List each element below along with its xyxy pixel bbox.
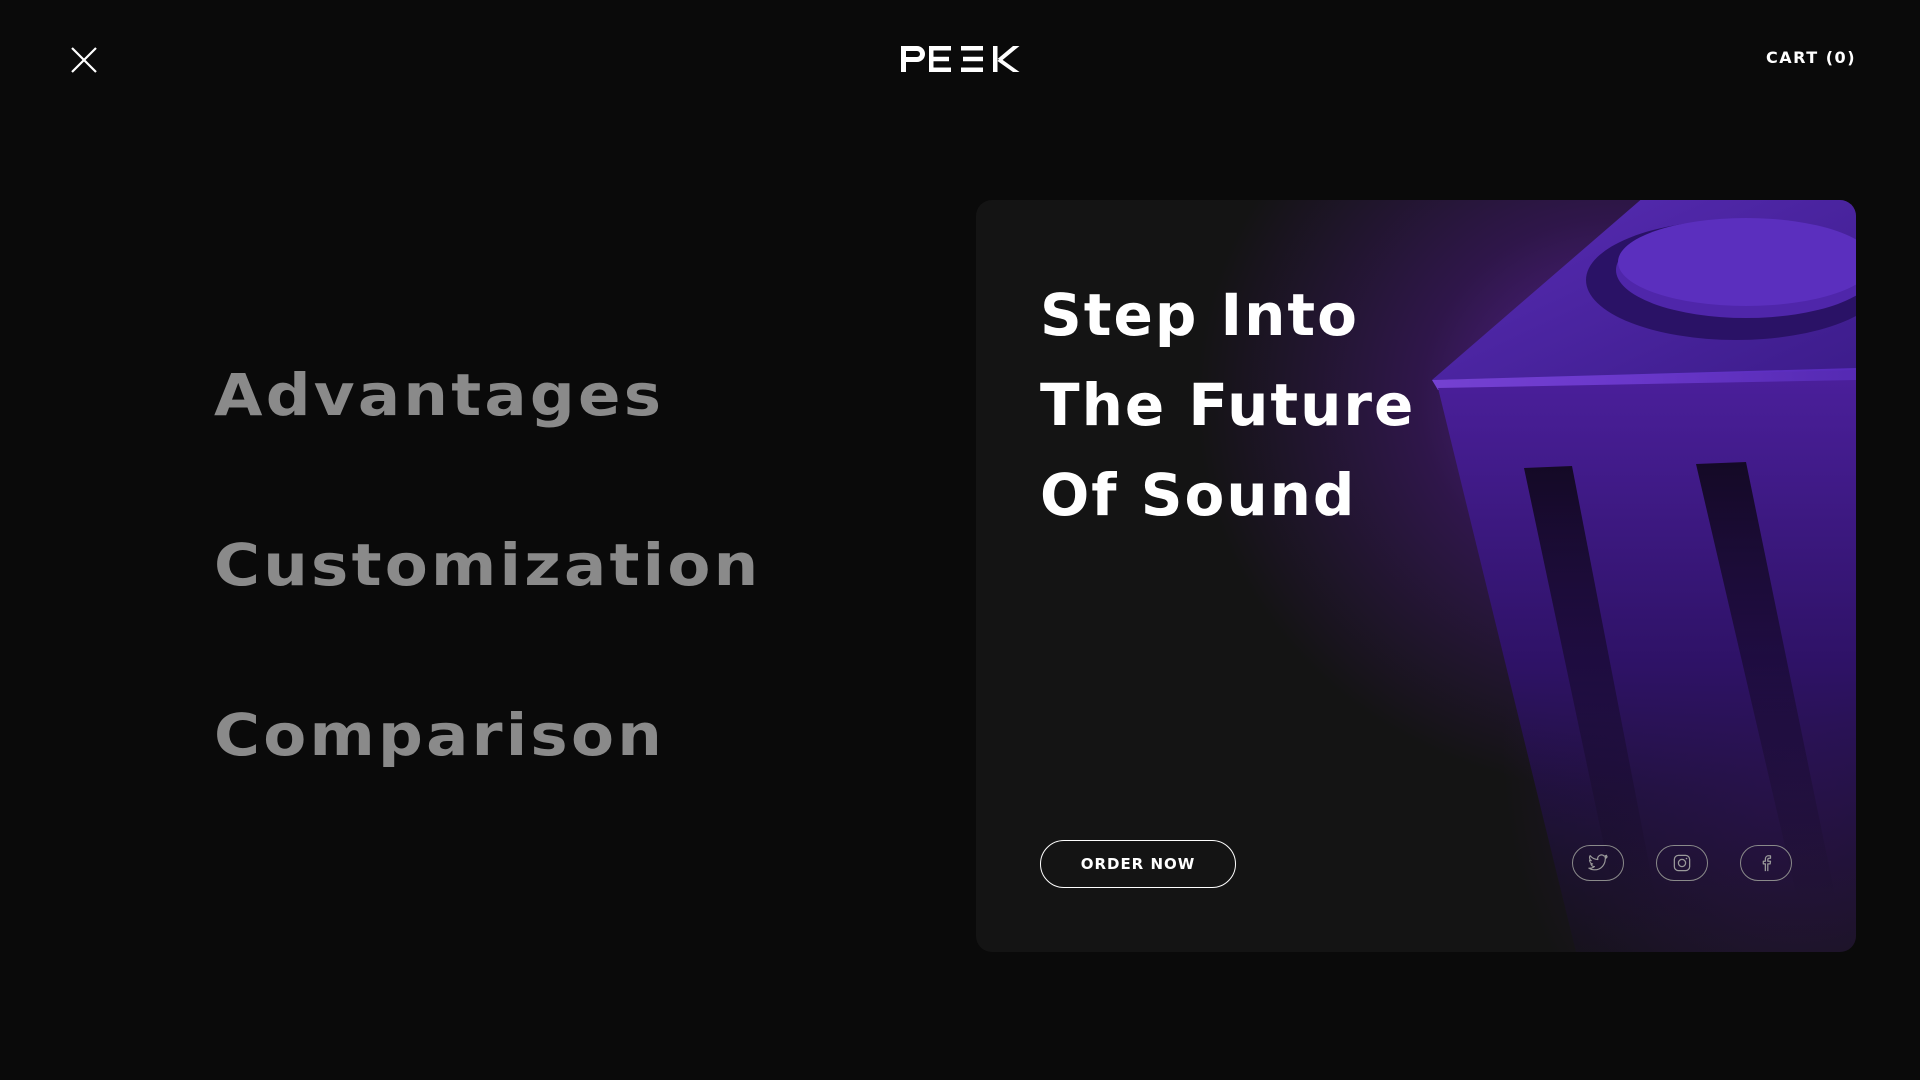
nav-item-comparison[interactable]: Comparison <box>214 700 761 770</box>
facebook-button[interactable] <box>1740 845 1792 881</box>
twitter-button[interactable] <box>1572 845 1624 881</box>
close-icon <box>71 47 97 73</box>
hero-title: Step Into The Future Of Sound <box>1040 270 1415 540</box>
hero-title-line-3: Of Sound <box>1040 461 1357 529</box>
nav-item-customization[interactable]: Customization <box>214 530 761 600</box>
close-menu-button[interactable] <box>68 44 100 76</box>
menu-nav: Advantages Customization Comparison <box>214 360 758 870</box>
hero-title-line-1: Step Into <box>1040 281 1359 349</box>
instagram-button[interactable] <box>1656 845 1708 881</box>
logo[interactable] <box>899 42 1021 76</box>
twitter-icon <box>1588 854 1608 871</box>
order-now-button[interactable]: ORDER NOW <box>1040 840 1236 888</box>
hero-card: Step Into The Future Of Sound ORDER NOW <box>976 200 1856 952</box>
facebook-icon <box>1762 855 1772 872</box>
instagram-icon <box>1673 854 1691 872</box>
cart-link[interactable]: CART (0) <box>1766 48 1856 67</box>
nav-item-advantages[interactable]: Advantages <box>214 360 761 430</box>
hero-title-line-2: The Future <box>1040 371 1416 439</box>
page: CART (0) Advantages Customization Compar… <box>0 0 1920 1080</box>
peek-logo-icon <box>901 46 1020 72</box>
